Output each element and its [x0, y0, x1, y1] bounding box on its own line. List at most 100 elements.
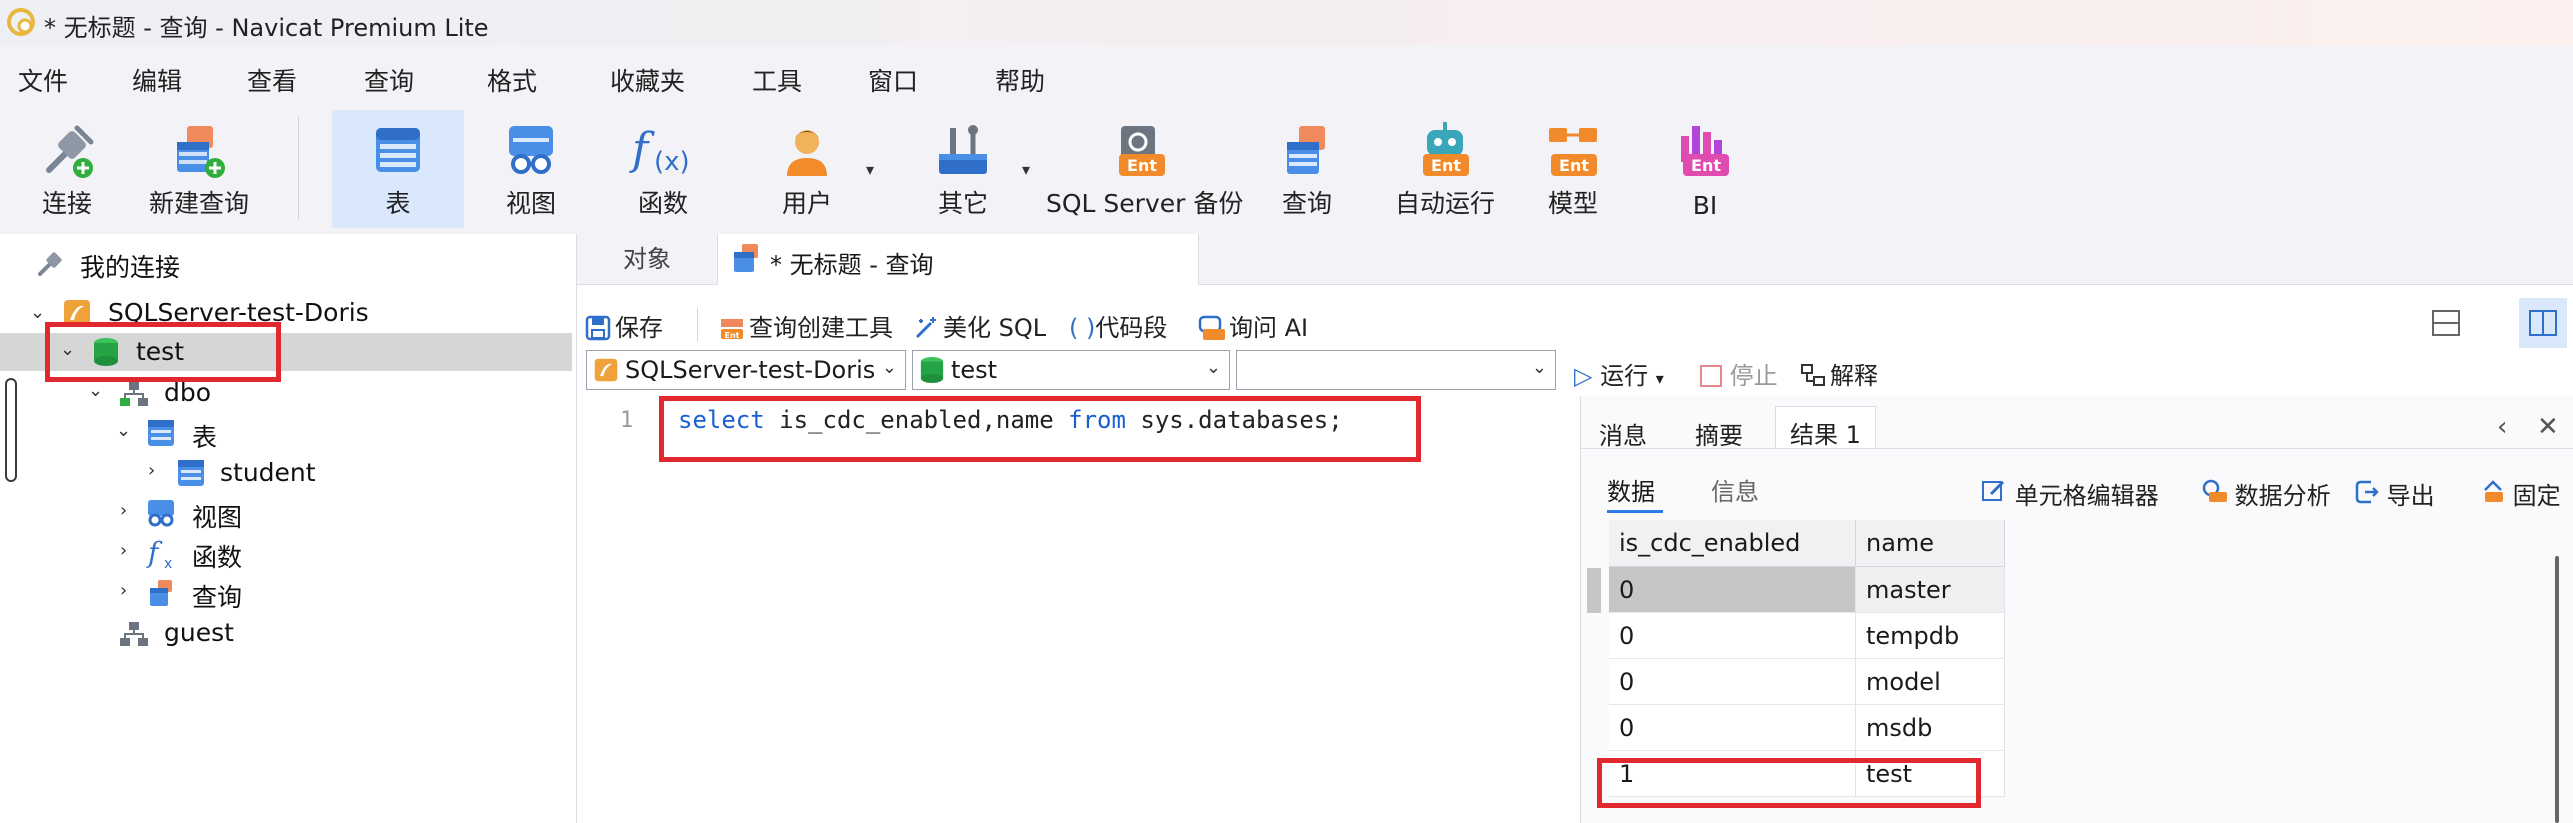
tree-schema-guest[interactable]: guest — [0, 614, 576, 652]
magic-wand-icon — [915, 317, 936, 339]
user-button[interactable]: 用户 — [752, 110, 862, 228]
menu-tools[interactable]: 工具 — [752, 62, 802, 98]
menu-file[interactable]: 文件 — [18, 62, 68, 98]
tab-summary[interactable]: 摘要 — [1695, 416, 1743, 451]
table-cell[interactable]: master — [1855, 566, 2005, 613]
schema-icon — [120, 622, 148, 646]
tree-table-student[interactable]: › student — [0, 454, 576, 492]
tab-query[interactable]: * 无标题 - 查询 — [717, 234, 1199, 285]
table-cell[interactable]: msdb — [1855, 704, 2005, 751]
tab-result-1[interactable]: 结果 1 — [1775, 406, 1876, 449]
chevron-right-icon[interactable]: › — [120, 580, 127, 601]
table-cell[interactable]: 0 — [1609, 566, 1856, 613]
beautify-sql-label: 美化 SQL — [943, 314, 1047, 342]
navicat-logo-icon — [7, 8, 35, 36]
schema-select[interactable]: ⌄ — [1236, 350, 1556, 390]
tree-schema-dbo[interactable]: ⌄ dbo — [0, 374, 576, 412]
column-header[interactable]: name — [1855, 520, 2005, 567]
bi-button[interactable]: Ent BI — [1650, 110, 1760, 228]
new-query-icon — [177, 126, 225, 178]
tree-functions[interactable]: › f x 函数 — [0, 534, 576, 572]
connect-button[interactable]: 连接 — [8, 110, 126, 228]
other-dropdown-icon[interactable]: ▾ — [1022, 160, 1030, 179]
table-icon — [148, 420, 174, 446]
automation-button[interactable]: Ent 自动运行 — [1382, 110, 1508, 228]
column-header[interactable]: is_cdc_enabled — [1609, 520, 1856, 567]
table-cell[interactable]: 0 — [1609, 658, 1856, 705]
analysis-icon — [2202, 479, 2227, 502]
database-select[interactable]: test ⌄ — [912, 350, 1230, 390]
subtab-info[interactable]: 信息 — [1711, 472, 1759, 507]
view-label: 视图 — [505, 189, 556, 218]
query-button[interactable]: 查询 — [1252, 110, 1362, 228]
tree-tables[interactable]: ⌄ 表 — [0, 414, 576, 452]
database-select-value: test — [951, 356, 998, 384]
table-row[interactable]: 0 msdb — [1609, 704, 2005, 751]
table-cell[interactable]: 0 — [1609, 612, 1856, 659]
function-icon: f x — [146, 536, 172, 570]
new-query-button[interactable]: 新建查询 — [140, 110, 258, 228]
parentheses-icon: ( ) — [1069, 314, 1096, 342]
menu-query[interactable]: 查询 — [364, 62, 414, 98]
chevron-down-icon[interactable]: ⌄ — [116, 420, 131, 441]
menu-help[interactable]: 帮助 — [995, 62, 1045, 98]
menu-favorites[interactable]: 收藏夹 — [610, 62, 685, 98]
tree-queries[interactable]: › 查询 — [0, 574, 576, 612]
pin-icon — [2484, 480, 2503, 502]
code-snippet-button[interactable]: ( )代码段 — [1069, 308, 1167, 343]
pin-button[interactable]: 固定 — [2479, 476, 2561, 511]
data-analysis-button[interactable]: 数据分析 — [2201, 476, 2331, 511]
code-snippet-label: 代码段 — [1095, 314, 1168, 342]
sql-server-backup-label: SQL Server 备份 — [1046, 189, 1244, 218]
beautify-sql-button[interactable]: 美化 SQL — [913, 308, 1046, 343]
table-cell[interactable]: 0 — [1609, 704, 1856, 751]
tree-views[interactable]: › 视图 — [0, 494, 576, 532]
explain-button[interactable]: 解释 — [1800, 356, 1878, 391]
menu-view[interactable]: 查看 — [247, 62, 297, 98]
cell-editor-button[interactable]: 单元格编辑器 — [1981, 476, 2159, 511]
layout-split-horizontal-icon[interactable] — [2429, 306, 2463, 340]
chevron-right-icon[interactable]: › — [148, 460, 155, 481]
tab-messages[interactable]: 消息 — [1599, 416, 1647, 451]
chevron-left-icon[interactable]: ‹ — [2497, 412, 2507, 442]
close-icon[interactable]: ✕ — [2537, 412, 2559, 442]
function-button[interactable]: f (x) 函数 — [608, 110, 718, 228]
table-button[interactable]: 表 — [332, 110, 464, 228]
query-builder-button[interactable]: Ent 查询创建工具 — [719, 308, 893, 343]
menu-format[interactable]: 格式 — [487, 62, 537, 98]
user-dropdown-icon[interactable]: ▾ — [866, 160, 874, 179]
model-button[interactable]: Ent 模型 — [1518, 110, 1628, 228]
view-button[interactable]: 视图 — [476, 110, 586, 228]
menu-edit[interactable]: 编辑 — [132, 62, 182, 98]
export-button[interactable]: 导出 — [2355, 476, 2435, 511]
stop-button[interactable]: 停止 — [1700, 356, 1778, 391]
table-row[interactable]: 0 master — [1609, 566, 2005, 613]
save-button[interactable]: 保存 — [585, 308, 663, 343]
chevron-down-icon[interactable]: ⌄ — [88, 380, 103, 401]
table-cell[interactable]: tempdb — [1855, 612, 2005, 659]
table-row[interactable]: 0 model — [1609, 658, 2005, 705]
menu-window[interactable]: 窗口 — [868, 62, 918, 98]
user-label: 用户 — [781, 189, 832, 218]
table-row[interactable]: 0 tempdb — [1609, 612, 2005, 659]
run-dropdown-icon[interactable]: ▾ — [1656, 369, 1664, 388]
tab-objects[interactable]: 对象 — [577, 234, 717, 284]
run-button[interactable]: ▷ 运行 ▾ — [1574, 356, 1664, 391]
table-cell[interactable]: model — [1855, 658, 2005, 705]
result-scrollbar[interactable] — [2555, 556, 2559, 823]
chevron-down-icon[interactable]: ⌄ — [30, 302, 45, 323]
layout-split-vertical-button[interactable] — [2519, 298, 2567, 348]
subtab-data[interactable]: 数据 — [1607, 472, 1655, 507]
bi-label: BI — [1692, 191, 1718, 220]
other-button[interactable]: 其它 — [908, 110, 1018, 228]
line-number: 1 — [620, 408, 634, 433]
tree-queries-label: 查询 — [192, 583, 243, 612]
ask-ai-button[interactable]: 询问 AI — [1197, 308, 1308, 343]
connection-select[interactable]: SQLServer-test-Doris ⌄ — [586, 350, 906, 390]
connection-select-value: SQLServer-test-Doris — [625, 356, 876, 384]
tree-my-connections[interactable]: 我的连接 — [0, 244, 576, 282]
model-icon: Ent — [1549, 128, 1597, 176]
sql-server-backup-button[interactable]: Ent SQL Server 备份 — [1046, 110, 1244, 228]
chevron-right-icon[interactable]: › — [120, 540, 127, 561]
chevron-right-icon[interactable]: › — [120, 500, 127, 521]
